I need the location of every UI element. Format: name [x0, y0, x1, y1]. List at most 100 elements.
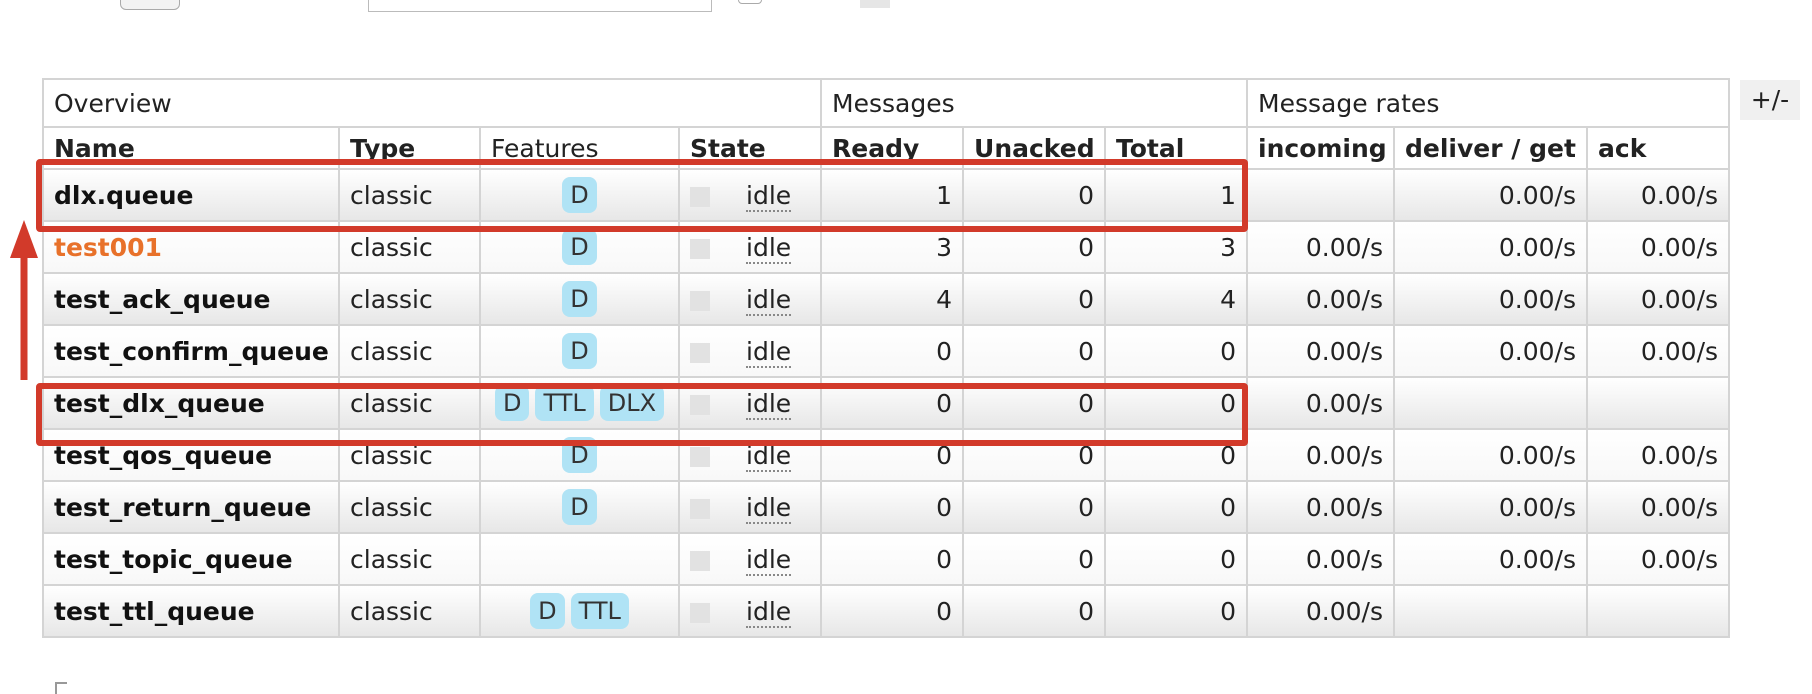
unacked-count: 0 [962, 532, 1107, 586]
deliver-get-rate: 0.00/s [1393, 272, 1589, 326]
ready-count: 0 [820, 324, 965, 378]
incoming-rate: 0.00/s [1246, 532, 1396, 586]
deliver-get-rate: 0.00/s [1393, 220, 1589, 274]
ack-rate [1586, 376, 1731, 430]
queue-state: idle [677, 324, 823, 378]
group-header-message-rates: Message rates [1246, 78, 1731, 128]
deliver-get-rate: 0.00/s [1393, 168, 1589, 222]
filter-input[interactable] [368, 0, 712, 12]
queue-state: idle [677, 532, 823, 586]
unacked-count: 0 [962, 584, 1107, 638]
queue-state: idle [677, 584, 823, 638]
help-button[interactable] [860, 0, 890, 8]
incoming-rate: 0.00/s [1246, 480, 1396, 534]
ack-rate: 0.00/s [1586, 220, 1731, 274]
ready-count: 4 [820, 272, 965, 326]
deliver-get-rate [1393, 584, 1589, 638]
feature-badge[interactable]: TTL [570, 593, 629, 629]
highlight-box-test-dlx-queue [36, 383, 1248, 446]
state-label[interactable]: idle [746, 596, 792, 628]
feature-badge[interactable]: D [562, 489, 597, 525]
queue-name-link[interactable]: test_topic_queue [42, 532, 340, 586]
ack-rate: 0.00/s [1586, 532, 1731, 586]
state-label[interactable]: idle [746, 492, 792, 524]
incoming-rate [1246, 168, 1396, 222]
deliver-get-rate [1393, 376, 1589, 430]
queue-features: D TTL [479, 584, 680, 638]
queue-state: idle [677, 480, 823, 534]
queue-features: D [479, 480, 680, 534]
queue-type: classic [338, 272, 481, 326]
queue-name-link[interactable]: test_confirm_queue [42, 324, 340, 378]
state-indicator-icon [690, 446, 710, 467]
feature-badge[interactable]: D [562, 281, 597, 317]
group-header-overview: Overview [41, 78, 823, 128]
state-indicator-icon [690, 550, 710, 571]
incoming-rate: 0.00/s [1246, 376, 1396, 430]
queue-type: classic [338, 584, 481, 638]
queue-type: classic [338, 532, 481, 586]
unacked-count: 0 [962, 480, 1107, 534]
ack-rate: 0.00/s [1586, 168, 1731, 222]
total-count: 0 [1104, 324, 1249, 378]
queue-type: classic [338, 324, 481, 378]
deliver-get-rate: 0.00/s [1393, 428, 1589, 482]
table-row: test_confirm_queue classic Didle 0 0 0 0.00/s 0… [42, 324, 1731, 378]
state-indicator-icon [690, 238, 710, 259]
state-indicator-icon [690, 602, 710, 623]
state-indicator-icon [690, 342, 710, 363]
deliver-get-rate: 0.00/s [1393, 324, 1589, 378]
column-header-incoming[interactable]: incoming [1246, 126, 1396, 170]
incoming-rate: 0.00/s [1246, 272, 1396, 326]
regex-checkbox[interactable] [738, 0, 762, 4]
deliver-get-rate: 0.00/s [1393, 532, 1589, 586]
queue-features [479, 532, 680, 586]
up-arrow-icon [10, 220, 38, 380]
queue-features: D [479, 272, 680, 326]
incoming-rate: 0.00/s [1246, 584, 1396, 638]
queue-name-link[interactable]: test_ack_queue [42, 272, 340, 326]
collapse-marker-icon [55, 682, 67, 694]
ready-count: 0 [820, 480, 965, 534]
column-toggle-button[interactable]: +/- [1740, 80, 1800, 120]
state-label[interactable]: idle [746, 284, 792, 316]
table-row: test_ack_queue classic Didle 4 0 4 0.00/s 0.00/… [42, 272, 1731, 326]
state-label[interactable]: idle [746, 544, 792, 576]
feature-badge[interactable]: D [562, 333, 597, 369]
ack-rate: 0.00/s [1586, 272, 1731, 326]
incoming-rate: 0.00/s [1246, 428, 1396, 482]
table-row: test_topic_queue classic idle 0 0 0 0.00/s 0.00… [42, 532, 1731, 586]
queue-features: D [479, 324, 680, 378]
state-label[interactable]: idle [746, 232, 792, 264]
total-count: 4 [1104, 272, 1249, 326]
unacked-count: 0 [962, 324, 1107, 378]
state-indicator-icon [690, 290, 710, 311]
feature-badge[interactable]: D [562, 229, 597, 265]
ack-rate: 0.00/s [1586, 480, 1731, 534]
ready-count: 0 [820, 532, 965, 586]
queue-name-link[interactable]: test_return_queue [42, 480, 340, 534]
state-indicator-icon [690, 498, 710, 519]
total-count: 0 [1104, 584, 1249, 638]
table-row: test_return_queue classic Didle 0 0 0 0.00/s 0.… [42, 480, 1731, 534]
deliver-get-rate: 0.00/s [1393, 480, 1589, 534]
ack-rate: 0.00/s [1586, 324, 1731, 378]
column-header-deliver-get[interactable]: deliver / get [1393, 126, 1589, 170]
queue-state: idle [677, 272, 823, 326]
table-row: test_ttl_queue classic D TTL idle 0 0 0 0.00/s [42, 584, 1731, 638]
group-header-messages: Messages [820, 78, 1249, 128]
state-label[interactable]: idle [746, 336, 792, 368]
unacked-count: 0 [962, 272, 1107, 326]
total-count: 0 [1104, 480, 1249, 534]
highlight-box-dlx-queue [36, 159, 1248, 232]
incoming-rate: 0.00/s [1246, 220, 1396, 274]
ack-rate [1586, 584, 1731, 638]
top-button[interactable] [120, 0, 180, 10]
column-header-ack[interactable]: ack [1586, 126, 1731, 170]
queue-type: classic [338, 480, 481, 534]
total-count: 0 [1104, 532, 1249, 586]
queue-name-link[interactable]: test_ttl_queue [42, 584, 340, 638]
feature-badge[interactable]: D [530, 593, 565, 629]
incoming-rate: 0.00/s [1246, 324, 1396, 378]
ready-count: 0 [820, 584, 965, 638]
